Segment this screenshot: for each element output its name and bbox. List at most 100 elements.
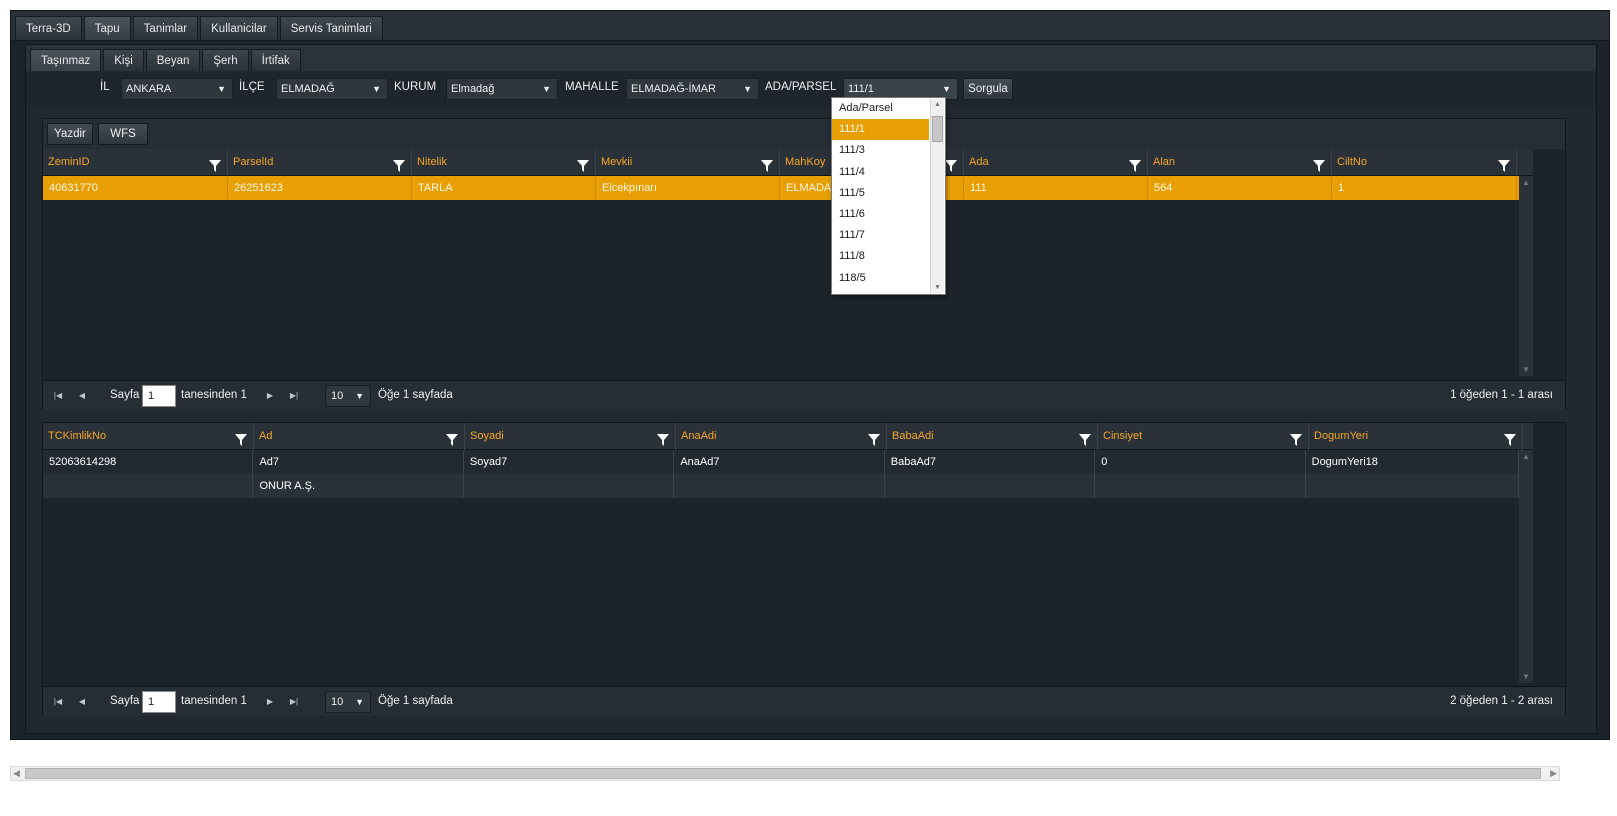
- scroll-down-icon[interactable]: ▼: [1522, 365, 1530, 374]
- parcel-column-header[interactable]: Alan: [1148, 149, 1332, 176]
- filter-icon[interactable]: [1504, 430, 1516, 446]
- filter-icon[interactable]: [1290, 430, 1302, 446]
- scroll-right-icon[interactable]: ▶: [1550, 767, 1557, 780]
- il-value: ANKARA: [126, 83, 172, 95]
- scroll-thumb[interactable]: [932, 116, 943, 142]
- page-size-select[interactable]: 10 ▼: [325, 691, 371, 713]
- ilce-select[interactable]: ELMADAĞ ▼: [276, 78, 388, 100]
- person-grid-body: 52063614298 Ad7 Soyad7 AnaAd7 BabaAd7 0 DogumY…: [43, 450, 1519, 683]
- column-header-label: CiltNo: [1337, 156, 1367, 168]
- ada-parsel-label: ADA/PARSEL: [765, 81, 837, 93]
- tab-kisi[interactable]: Kişi: [103, 49, 144, 71]
- filter-icon[interactable]: [1498, 156, 1510, 172]
- table-cell: BabaAd7: [885, 450, 1096, 474]
- dropdown-scrollbar[interactable]: ▲ ▼: [930, 99, 944, 293]
- tab-serh[interactable]: Şerh: [202, 49, 249, 71]
- filter-icon[interactable]: [1313, 156, 1325, 172]
- filter-icon[interactable]: [393, 156, 405, 172]
- table-cell: 564: [1148, 176, 1332, 200]
- il-select[interactable]: ANKARA ▼: [121, 78, 233, 100]
- first-page-icon[interactable]: |◀: [49, 388, 67, 404]
- table-cell: [674, 474, 885, 498]
- chevron-down-icon: ▼: [542, 84, 551, 94]
- tab-terra-3d[interactable]: Terra-3D: [15, 16, 82, 40]
- per-page-label: Öğe 1 sayfada: [378, 695, 453, 707]
- person-column-header[interactable]: Cinsiyet: [1098, 423, 1309, 450]
- mahalle-select[interactable]: ELMADAĞ-İMAR ▼: [626, 78, 759, 100]
- table-cell: Elcekpınarı: [596, 176, 780, 200]
- dropdown-option[interactable]: 111/3: [832, 140, 929, 161]
- chevron-down-icon: ▼: [355, 697, 364, 707]
- parcel-column-header[interactable]: ZeminID: [43, 149, 228, 176]
- scroll-left-icon[interactable]: ◀: [13, 767, 20, 780]
- dropdown-option[interactable]: 111/7: [832, 225, 929, 246]
- parcel-column-header[interactable]: Mevkii: [596, 149, 780, 176]
- person-scrollbar[interactable]: ▲ ▼: [1519, 450, 1533, 683]
- filter-icon[interactable]: [945, 156, 957, 172]
- tab-tapu[interactable]: Tapu: [83, 16, 131, 40]
- filter-icon[interactable]: [868, 430, 880, 446]
- print-button[interactable]: Yazdir: [47, 123, 93, 145]
- filter-icon[interactable]: [1079, 430, 1091, 446]
- sorgula-button[interactable]: Sorgula: [963, 78, 1013, 100]
- page-input[interactable]: 1: [142, 385, 176, 407]
- scroll-down-icon[interactable]: ▼: [934, 284, 941, 291]
- person-column-header[interactable]: TCKimlikNo: [43, 423, 254, 450]
- dropdown-option[interactable]: 118/5: [832, 268, 929, 289]
- parcel-column-header[interactable]: Nitelik: [412, 149, 596, 176]
- tab-beyan[interactable]: Beyan: [145, 49, 201, 71]
- prev-page-icon[interactable]: ◀: [73, 694, 91, 710]
- dropdown-option[interactable]: 111/1: [832, 119, 929, 141]
- scroll-down-icon[interactable]: ▼: [1522, 672, 1530, 681]
- parcel-column-header[interactable]: CiltNo: [1332, 149, 1517, 176]
- scroll-thumb[interactable]: [25, 768, 1541, 779]
- filter-icon[interactable]: [235, 430, 247, 446]
- tab-tasinmaz[interactable]: Taşınmaz: [30, 49, 102, 71]
- filter-icon[interactable]: [1129, 156, 1141, 172]
- dropdown-option[interactable]: 111/8: [832, 246, 929, 267]
- scroll-up-icon[interactable]: ▲: [1522, 178, 1530, 187]
- person-table-row[interactable]: 52063614298 Ad7 Soyad7 AnaAd7 BabaAd7 0 DogumY…: [43, 450, 1519, 474]
- parcel-column-header[interactable]: Ada: [964, 149, 1148, 176]
- last-page-icon[interactable]: ▶|: [285, 694, 303, 710]
- person-column-header[interactable]: Soyadi: [465, 423, 676, 450]
- page-size-select[interactable]: 10 ▼: [325, 385, 371, 407]
- tab-servis-tanimlari[interactable]: Servis Tanimlari: [279, 16, 383, 40]
- person-column-header[interactable]: AnaAdi: [676, 423, 887, 450]
- scroll-up-icon[interactable]: ▲: [1522, 452, 1530, 461]
- parcel-scrollbar[interactable]: ▲ ▼: [1519, 176, 1533, 376]
- table-cell: 111: [964, 176, 1148, 200]
- person-table-row[interactable]: ONUR A.Ş.: [43, 474, 1519, 498]
- per-page-label: Öğe 1 sayfada: [378, 389, 453, 401]
- filter-icon[interactable]: [446, 430, 458, 446]
- next-page-icon[interactable]: ▶: [261, 388, 279, 404]
- filter-icon[interactable]: [577, 156, 589, 172]
- next-page-icon[interactable]: ▶: [261, 694, 279, 710]
- chevron-down-icon: ▼: [372, 84, 381, 94]
- wfs-button[interactable]: WFS: [98, 123, 148, 145]
- tab-tanimlar[interactable]: Tanimlar: [132, 16, 199, 40]
- filter-icon[interactable]: [209, 156, 221, 172]
- first-page-icon[interactable]: |◀: [49, 694, 67, 710]
- person-column-header[interactable]: Ad: [254, 423, 465, 450]
- kurum-select[interactable]: Elmadağ ▼: [446, 78, 558, 100]
- person-column-header[interactable]: DogumYeri: [1309, 423, 1523, 450]
- parcel-column-header[interactable]: ParselId: [228, 149, 412, 176]
- dropdown-option[interactable]: 111/5: [832, 183, 929, 204]
- page-size-value: 10: [331, 696, 344, 708]
- parcel-table-row[interactable]: 40631770 26251623 TARLA Elcekpınarı ELMADAĞ 1…: [43, 176, 1519, 200]
- filter-icon[interactable]: [657, 430, 669, 446]
- person-column-header[interactable]: BabaAdi: [887, 423, 1098, 450]
- tab-kullanicilar[interactable]: Kullanicilar: [200, 16, 278, 40]
- dropdown-option[interactable]: 111/6: [832, 204, 929, 225]
- last-page-icon[interactable]: ▶|: [285, 388, 303, 404]
- page-input[interactable]: 1: [142, 691, 176, 713]
- scroll-up-icon[interactable]: ▲: [934, 101, 941, 108]
- dropdown-option[interactable]: 111/4: [832, 162, 929, 183]
- prev-page-icon[interactable]: ◀: [73, 388, 91, 404]
- tab-irtifak[interactable]: İrtifak: [250, 49, 301, 71]
- filter-icon[interactable]: [761, 156, 773, 172]
- page-horizontal-scrollbar[interactable]: ◀ ▶: [10, 766, 1560, 781]
- table-cell: [885, 474, 1096, 498]
- dropdown-header-item[interactable]: Ada/Parsel: [832, 98, 929, 119]
